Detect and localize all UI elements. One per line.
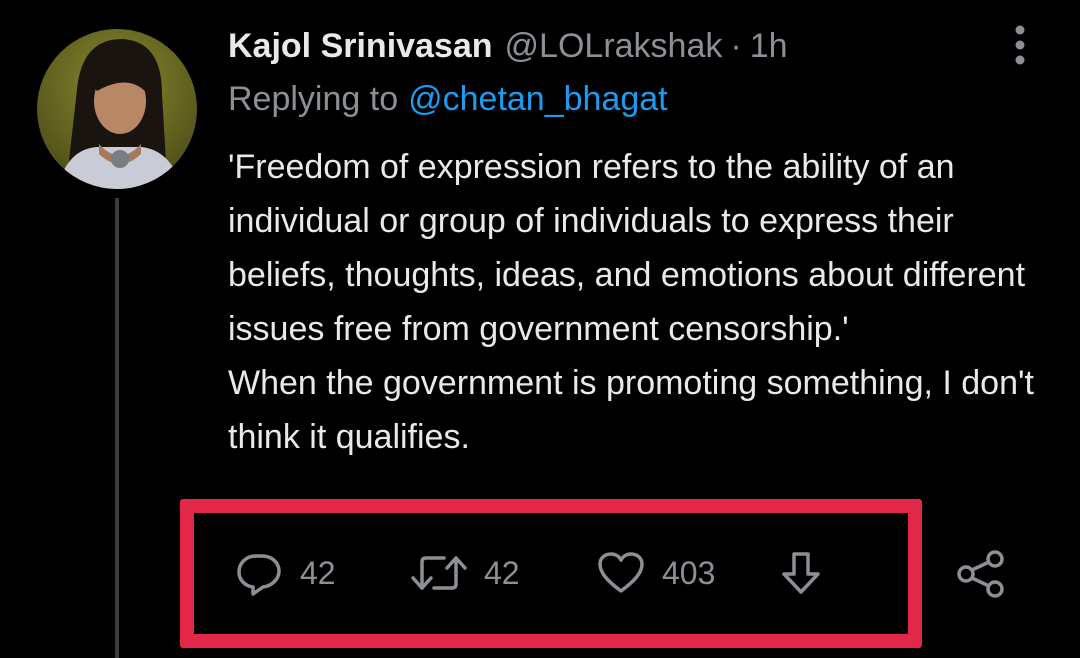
like-button[interactable]: 403: [596, 548, 715, 598]
tweet-header: Kajol Srinivasan @LOLrakshak · 1h: [228, 22, 788, 70]
mention-link[interactable]: @chetan_bhagat: [408, 80, 668, 118]
more-vertical-icon: [1015, 25, 1025, 65]
timestamp[interactable]: 1h: [750, 27, 788, 66]
download-button[interactable]: [778, 548, 824, 598]
replying-to-label: Replying to: [228, 80, 399, 118]
tweet-body: 'Freedom of expression refers to the abi…: [228, 140, 1048, 502]
avatar-photo: [37, 29, 197, 189]
author-handle[interactable]: @LOLrakshak: [505, 27, 723, 66]
separator-dot: ·: [730, 26, 742, 65]
replying-to: Replying to @chetan_bhagat: [228, 80, 668, 119]
tweet-text: 'Freedom of expression refers to the abi…: [228, 148, 1034, 456]
share-icon: [957, 550, 1004, 598]
author-name[interactable]: Kajol Srinivasan: [228, 27, 493, 66]
reply-button[interactable]: 42: [234, 548, 336, 598]
more-options-button[interactable]: [1008, 24, 1032, 66]
arrow-down-icon: [782, 552, 820, 594]
thread-line: [115, 198, 119, 658]
retweet-button[interactable]: 42: [410, 548, 520, 598]
retweet-icon: [411, 556, 467, 590]
reply-icon: [237, 554, 281, 596]
retweet-count: 42: [484, 554, 520, 591]
heart-icon: [598, 552, 644, 593]
avatar[interactable]: [37, 29, 197, 189]
share-button[interactable]: [955, 548, 1007, 600]
like-count: 403: [662, 554, 716, 591]
reply-count: 42: [300, 554, 336, 591]
